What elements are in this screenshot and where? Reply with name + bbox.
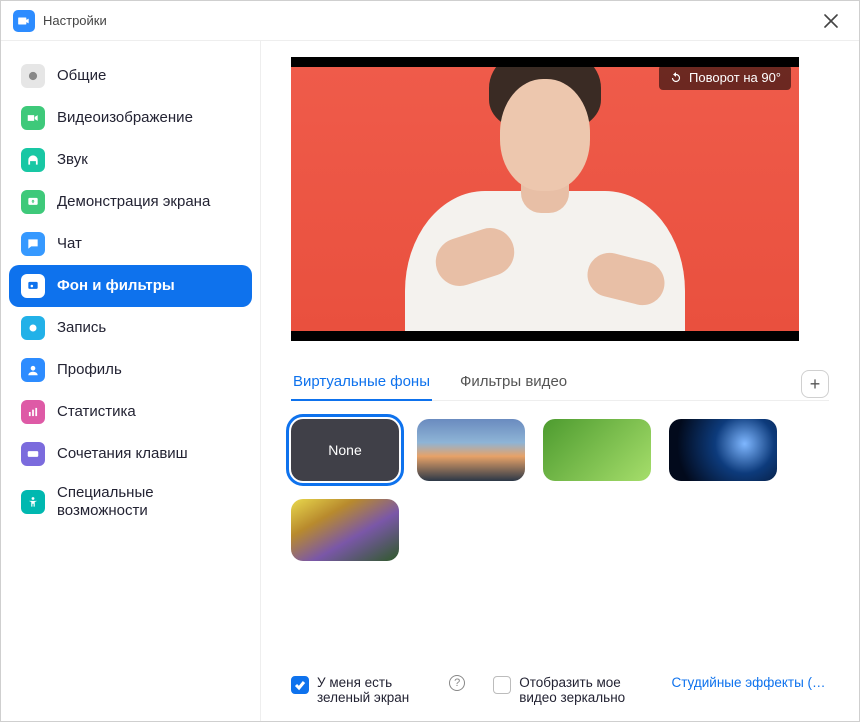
profile-icon: [21, 358, 45, 382]
sidebar-item-statistics[interactable]: Статистика: [9, 391, 252, 433]
background-grid: None: [291, 419, 829, 561]
gear-icon: [21, 64, 45, 88]
stats-icon: [21, 400, 45, 424]
sidebar-item-label: Видеоизображение: [57, 109, 193, 127]
mirror-video-checkbox[interactable]: Отобразить мое видео зеркально: [493, 675, 643, 705]
add-background-button[interactable]: +: [801, 370, 829, 398]
camera-icon: [17, 14, 31, 28]
titlebar: Настройки: [1, 1, 859, 41]
sidebar-item-label: Статистика: [57, 403, 136, 421]
mirror-label: Отобразить мое видео зеркально: [519, 675, 643, 705]
close-button[interactable]: [815, 5, 847, 37]
close-icon: [824, 14, 838, 28]
help-icon[interactable]: ?: [449, 675, 465, 691]
window-title: Настройки: [43, 13, 107, 28]
rotate-90-button[interactable]: Поворот на 90°: [659, 65, 791, 90]
rotate-icon: [669, 71, 683, 85]
video-icon: [21, 106, 45, 130]
sidebar-item-profile[interactable]: Профиль: [9, 349, 252, 391]
sidebar-item-label: Профиль: [57, 361, 122, 379]
background-grass[interactable]: [543, 419, 651, 481]
sidebar: Общие Видеоизображение Звук Демонстрация…: [1, 41, 261, 721]
studio-effects-link[interactable]: Студийные эффекты (бета-...: [671, 675, 829, 690]
sidebar-item-audio[interactable]: Звук: [9, 139, 252, 181]
sidebar-item-label: Общие: [57, 67, 106, 85]
sidebar-item-chat[interactable]: Чат: [9, 223, 252, 265]
checkbox-icon: [291, 676, 309, 694]
sidebar-item-label: Чат: [57, 235, 82, 253]
checkbox-icon: [493, 676, 511, 694]
rotate-label: Поворот на 90°: [689, 70, 781, 85]
green-screen-checkbox[interactable]: У меня есть зеленый экран ?: [291, 675, 465, 705]
sidebar-item-general[interactable]: Общие: [9, 55, 252, 97]
background-none-label: None: [328, 442, 361, 458]
share-screen-icon: [21, 190, 45, 214]
app-icon: [13, 10, 35, 32]
sidebar-item-label: Фон и фильтры: [57, 277, 175, 295]
accessibility-icon: [21, 490, 45, 514]
sidebar-item-background-filters[interactable]: Фон и фильтры: [9, 265, 252, 307]
plus-icon: +: [810, 375, 821, 393]
preview-image: [291, 67, 799, 331]
sidebar-item-label: Сочетания клавиш: [57, 445, 188, 463]
footer-options: У меня есть зеленый экран ? Отобразить м…: [291, 667, 829, 705]
background-earth[interactable]: [669, 419, 777, 481]
tabs: Виртуальные фоны Фильтры видео +: [291, 367, 829, 401]
background-flowers[interactable]: [291, 499, 399, 561]
keyboard-icon: [21, 442, 45, 466]
tab-video-filters[interactable]: Фильтры видео: [458, 367, 569, 400]
sidebar-item-accessibility[interactable]: Специальные возможности: [9, 475, 252, 529]
green-screen-label: У меня есть зеленый экран: [317, 675, 437, 705]
chat-icon: [21, 232, 45, 256]
sidebar-item-share-screen[interactable]: Демонстрация экрана: [9, 181, 252, 223]
record-icon: [21, 316, 45, 340]
sidebar-item-shortcuts[interactable]: Сочетания клавиш: [9, 433, 252, 475]
video-preview: Поворот на 90°: [291, 57, 799, 341]
sidebar-item-label: Звук: [57, 151, 88, 169]
main-panel: Поворот на 90° Виртуальные фоны Фильтры …: [261, 41, 859, 721]
background-bridge[interactable]: [417, 419, 525, 481]
headphones-icon: [21, 148, 45, 172]
sidebar-item-label: Демонстрация экрана: [57, 193, 210, 211]
tab-virtual-backgrounds[interactable]: Виртуальные фоны: [291, 367, 432, 400]
sidebar-item-recording[interactable]: Запись: [9, 307, 252, 349]
sidebar-item-video[interactable]: Видеоизображение: [9, 97, 252, 139]
background-icon: [21, 274, 45, 298]
background-none[interactable]: None: [291, 419, 399, 481]
settings-window: Настройки Общие Видеоизображение Звук Де…: [0, 0, 860, 722]
sidebar-item-label: Запись: [57, 319, 106, 337]
sidebar-item-label: Специальные возможности: [57, 484, 240, 520]
